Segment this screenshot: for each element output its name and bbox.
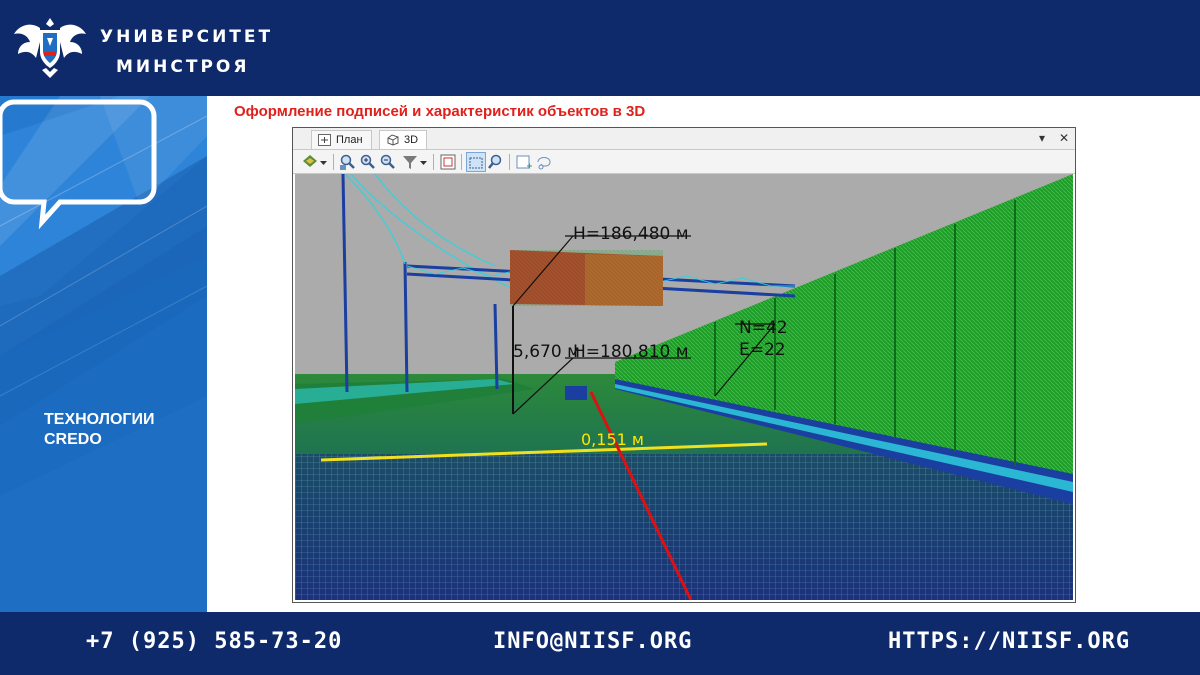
3d-viewport[interactable]: H=186,480 м H=180,810 м 5,670 м N=42 E=2… xyxy=(295,174,1073,600)
zoom-out-icon[interactable] xyxy=(379,153,397,171)
tab-3d[interactable]: 3D xyxy=(379,130,428,149)
lasso-icon[interactable] xyxy=(535,153,553,171)
window-menu-button[interactable]: ▾ xyxy=(1039,131,1045,145)
logo-line1: ТЕХНОЛОГИИ xyxy=(44,411,155,428)
footer-bar: +7 (925) 585-73-20 INFO@NIISF.ORG HTTPS:… xyxy=(0,612,1200,675)
zoom-select-icon[interactable] xyxy=(487,153,505,171)
footer-phone[interactable]: +7 (925) 585-73-20 xyxy=(86,629,342,654)
chevron-down-icon[interactable] xyxy=(319,153,328,171)
tab-bar: План 3D ▾ ✕ xyxy=(293,128,1075,150)
org-name-line2: МИНСТРОЯ xyxy=(116,57,250,77)
label-width-measure: 0,151 м xyxy=(581,430,644,449)
side-panel: ТЕХНОЛОГИИ CREDO xyxy=(0,96,207,612)
tab-plan[interactable]: План xyxy=(311,130,372,149)
tab-plan-label: План xyxy=(336,134,363,146)
plan-icon xyxy=(318,134,331,146)
footer-email[interactable]: INFO@NIISF.ORG xyxy=(493,629,692,654)
credo-logo-frame xyxy=(0,99,157,230)
eagle-emblem-icon xyxy=(14,18,86,78)
label-height-base: H=180,810 м xyxy=(573,342,689,362)
footer-url[interactable]: HTTPS://NIISF.ORG xyxy=(888,629,1130,654)
frame-icon[interactable] xyxy=(439,153,457,171)
slide-title: Оформление подписей и характеристик объе… xyxy=(234,103,646,120)
layers-icon[interactable] xyxy=(301,153,319,171)
app-window: План 3D ▾ ✕ H=186,480 м H=180,810 м 5,67… xyxy=(292,127,1076,603)
select-region-icon[interactable] xyxy=(466,152,486,172)
tab-3d-label: 3D xyxy=(404,134,419,146)
label-north-coord: N=42 xyxy=(739,318,788,338)
label-height-diff: 5,670 м xyxy=(513,342,580,362)
header-bar: УНИВЕРСИТЕТ МИНСТРОЯ xyxy=(0,0,1200,96)
org-name-line1: УНИВЕРСИТЕТ xyxy=(100,27,274,47)
cube-3d-icon xyxy=(387,134,399,146)
filter-icon[interactable] xyxy=(401,153,419,171)
toolbar xyxy=(293,150,1075,174)
logo-line2: CREDO xyxy=(44,431,102,448)
add-point-icon[interactable] xyxy=(515,153,533,171)
window-close-button[interactable]: ✕ xyxy=(1059,131,1069,145)
zoom-extent-icon[interactable] xyxy=(339,153,357,171)
label-height-sign: H=186,480 м xyxy=(573,224,689,244)
chevron-down-icon[interactable] xyxy=(419,153,428,171)
zoom-in-icon[interactable] xyxy=(359,153,377,171)
label-east-coord: E=22 xyxy=(739,340,786,360)
